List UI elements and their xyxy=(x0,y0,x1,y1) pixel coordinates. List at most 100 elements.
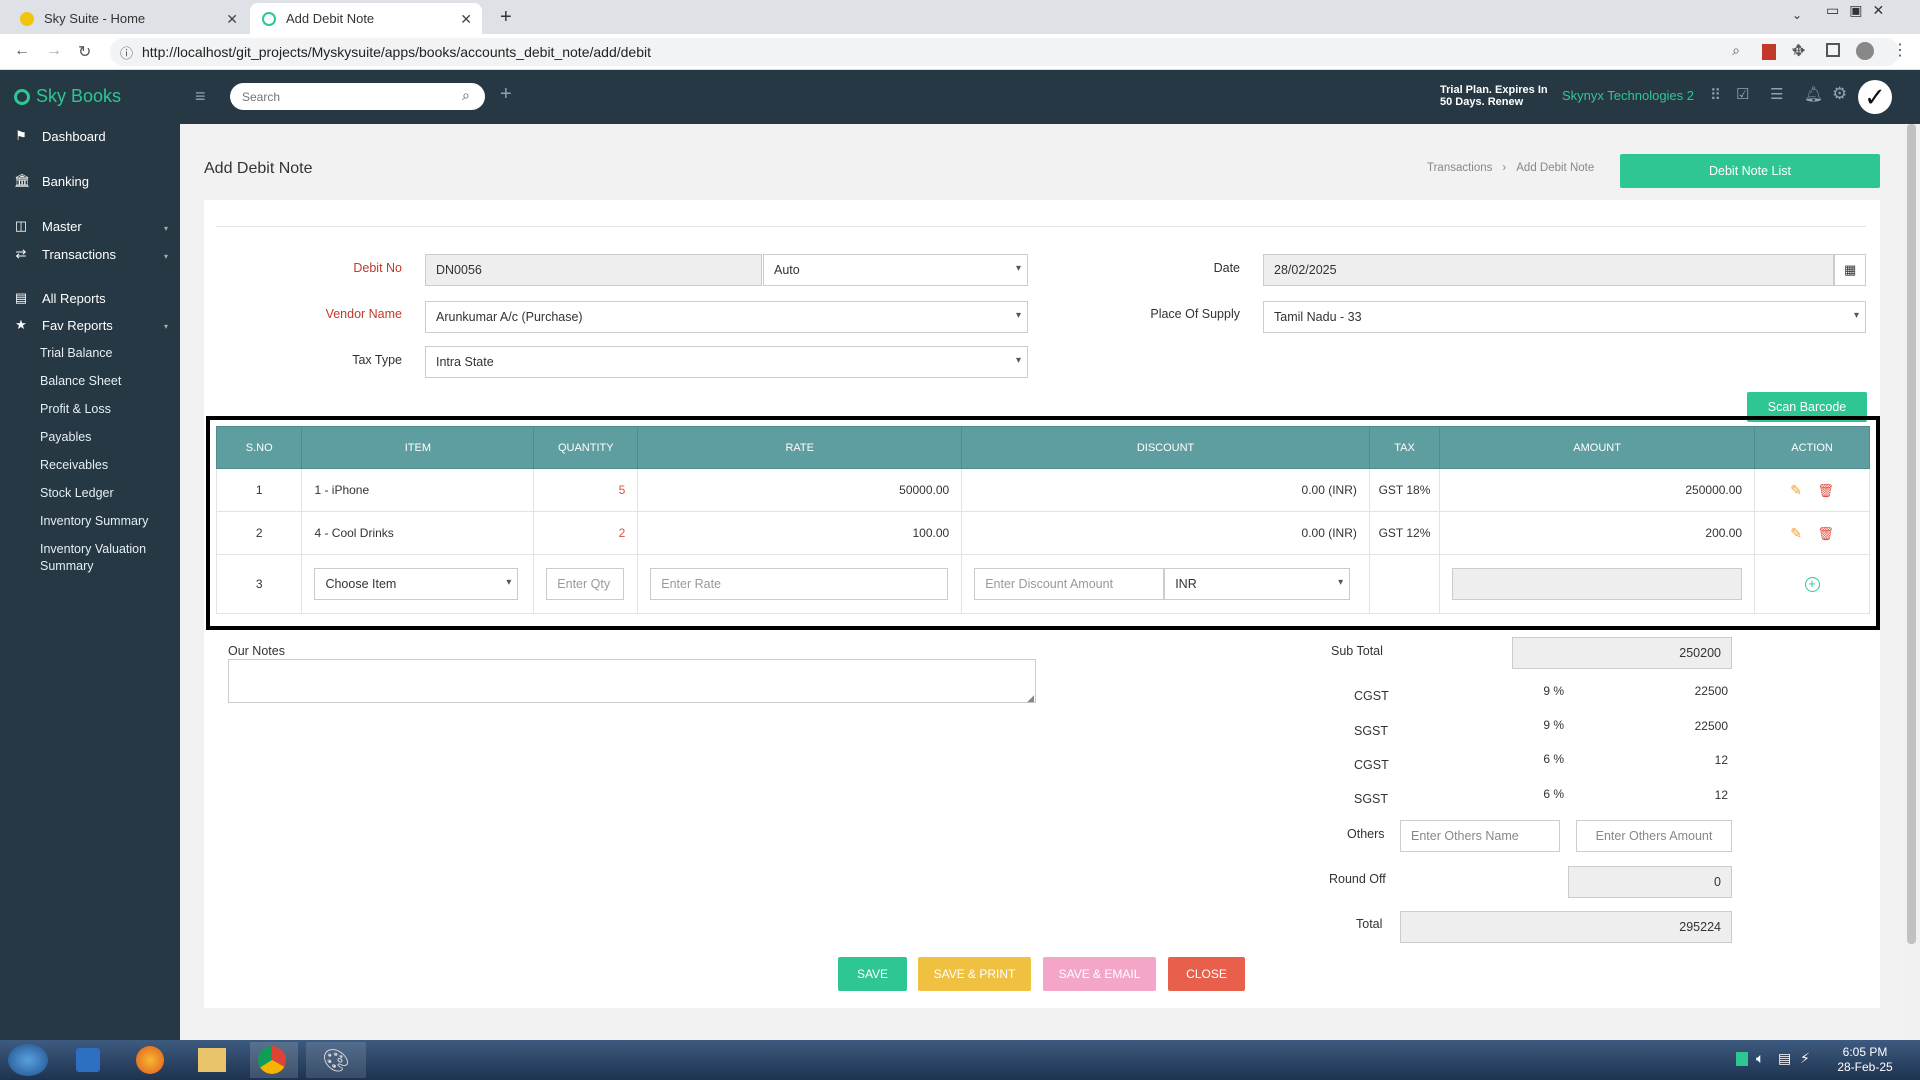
resize-handle-icon[interactable]: ◢ xyxy=(1027,693,1034,704)
sidebar-item-payables[interactable]: Payables xyxy=(40,430,91,444)
profile-icon[interactable] xyxy=(1856,42,1874,60)
edit-icon[interactable]: ✎ xyxy=(1790,525,1802,541)
trash-icon[interactable]: 🗑︎ xyxy=(1817,483,1834,498)
pdf-extension-icon[interactable] xyxy=(1762,44,1776,60)
scrollbar-thumb[interactable] xyxy=(1907,124,1916,944)
place-of-supply-select[interactable]: Tamil Nadu - 33 xyxy=(1263,301,1866,333)
new-tab-icon[interactable]: + xyxy=(500,6,512,29)
others-name-input[interactable]: Enter Others Name xyxy=(1400,820,1560,852)
puzzle-icon[interactable]: ✥ xyxy=(1792,41,1805,61)
sidebar-item-profit-loss[interactable]: Profit & Loss xyxy=(40,402,111,416)
network-icon[interactable]: ▤ xyxy=(1778,1050,1791,1067)
save-print-button[interactable]: SAVE & PRINT xyxy=(918,957,1031,991)
close-icon[interactable]: ✕ xyxy=(460,11,472,28)
gear-icon[interactable]: ⚙ xyxy=(1832,84,1847,104)
address-bar: ← → ↻ ⓘ http://localhost/git_projects/My… xyxy=(0,34,1920,70)
taskbar-app-icon[interactable] xyxy=(76,1048,100,1072)
calendar-icon[interactable]: ▦ xyxy=(1834,254,1866,286)
speaker-icon[interactable]: 🔈︎ xyxy=(1756,1050,1764,1067)
close-icon[interactable]: ✕ xyxy=(226,11,238,28)
debit-no-field[interactable]: DN0056 xyxy=(425,254,762,286)
debit-no-label: Debit No xyxy=(353,261,402,275)
vendor-name-label: Vendor Name xyxy=(325,307,402,321)
forward-icon[interactable]: → xyxy=(46,42,62,60)
cell-action: ✎ 🗑︎ xyxy=(1754,468,1870,512)
items-table-frame: S.NO ITEM QUANTITY RATE DISCOUNT TAX AMO… xyxy=(206,416,1880,630)
sidebar-item-all-reports[interactable]: ▤ All Reports xyxy=(14,290,106,306)
sidebar-item-receivables[interactable]: Receivables xyxy=(40,458,108,472)
item-select[interactable]: Choose Item xyxy=(314,568,519,600)
save-email-button[interactable]: SAVE & EMAIL xyxy=(1043,957,1156,991)
cell-rate: 100.00 xyxy=(637,511,963,555)
qty-placeholder: Enter Qty xyxy=(557,577,611,591)
back-icon[interactable]: ← xyxy=(14,42,30,60)
sidebar-item-inventory-valuation[interactable]: Inventory Valuation xyxy=(40,542,146,556)
numbering-select[interactable]: Auto xyxy=(763,254,1028,286)
currency-select[interactable]: INR xyxy=(1164,568,1351,600)
notes-textarea[interactable]: ◢ xyxy=(228,659,1036,703)
sidebar-item-balance-sheet[interactable]: Balance Sheet xyxy=(40,374,121,388)
clock-time: 6:05 PM xyxy=(1842,1045,1888,1059)
sidebar-item-banking[interactable]: 🏛︎ Banking xyxy=(14,173,89,189)
table-row-entry: 3 Choose Item Enter Qty Enter Rate Enter… xyxy=(215,554,1870,614)
discount-input[interactable]: Enter Discount Amount xyxy=(974,568,1165,600)
round-off-field[interactable]: 0 xyxy=(1568,866,1732,898)
rate-input[interactable]: Enter Rate xyxy=(650,568,949,600)
qty-input[interactable]: Enter Qty xyxy=(546,568,625,600)
clock[interactable]: 6:05 PM 28-Feb-25 xyxy=(1830,1045,1900,1075)
zoom-icon[interactable]: ⌕ xyxy=(1732,42,1740,59)
others-amount-input[interactable]: Enter Others Amount xyxy=(1576,820,1732,852)
browser-tab-home[interactable]: Sky Suite - Home ✕ xyxy=(8,3,248,34)
trash-icon[interactable]: 🗑︎ xyxy=(1817,526,1834,541)
tray-icon[interactable] xyxy=(1736,1052,1748,1066)
col-header-discount: DISCOUNT xyxy=(961,426,1370,469)
company-name[interactable]: Skynyx Technologies 2 xyxy=(1562,88,1694,103)
battery-icon[interactable]: ⚡︎ xyxy=(1800,1050,1810,1067)
trial-notice[interactable]: Trial Plan. Expires In 50 Days. Renew xyxy=(1440,84,1548,108)
close-button[interactable]: CLOSE xyxy=(1168,957,1245,991)
firefox-icon[interactable] xyxy=(136,1046,164,1074)
sidebar-item-inventory-summary[interactable]: Inventory Summary xyxy=(40,514,148,528)
cell-discount: 0.00 (INR) xyxy=(961,511,1370,555)
hamburger-icon[interactable]: ≡ xyxy=(195,86,206,107)
chevron-down-icon[interactable]: ⌄ xyxy=(1792,8,1802,22)
edit-icon[interactable]: ✎ xyxy=(1790,482,1802,498)
vendor-select[interactable]: Arunkumar A/c (Purchase) xyxy=(425,301,1028,333)
clock-date: 28-Feb-25 xyxy=(1837,1060,1893,1074)
debit-note-list-button[interactable]: Debit Note List xyxy=(1620,154,1880,188)
brand[interactable]: Sky Books xyxy=(14,86,121,107)
cell-rate: 50000.00 xyxy=(637,468,963,512)
sidebar-item-trial-balance[interactable]: Trial Balance xyxy=(40,346,113,360)
sidebar-item-fav-reports[interactable]: ★ Fav Reports xyxy=(14,317,113,333)
cell-tax: GST 12% xyxy=(1368,511,1441,555)
menu-icon[interactable]: ⋮ xyxy=(1892,40,1908,60)
save-button[interactable]: SAVE xyxy=(838,957,907,991)
tasks-icon[interactable]: ☑ xyxy=(1736,85,1749,103)
folder-icon[interactable] xyxy=(198,1048,226,1072)
search-icon[interactable]: ⌕ xyxy=(462,87,470,104)
tax-type-select[interactable]: Intra State xyxy=(425,346,1028,378)
breadcrumb-transactions[interactable]: Transactions xyxy=(1427,162,1492,174)
apps-grid-icon[interactable]: ⠿ xyxy=(1710,86,1721,104)
bell-icon[interactable]: 🔔︎ xyxy=(1804,85,1823,103)
sidebar-item-master[interactable]: ◫ Master xyxy=(14,218,82,234)
window-controls[interactable]: ▭▣✕ xyxy=(1826,2,1894,19)
url-field[interactable]: ⓘ http://localhost/git_projects/Myskysui… xyxy=(110,38,1900,66)
add-icon[interactable]: + xyxy=(500,83,512,106)
sidebar-item-inventory-valuation-summary[interactable]: Summary xyxy=(40,559,93,573)
tax-percent: 9 % xyxy=(1543,684,1564,698)
browser-tab-debit-note[interactable]: Add Debit Note ✕ xyxy=(250,3,482,34)
scrollbar[interactable] xyxy=(1902,124,1920,1040)
search-input[interactable] xyxy=(230,83,485,110)
add-row-icon[interactable]: + xyxy=(1804,576,1820,592)
sidebar-item-stock-ledger[interactable]: Stock Ledger xyxy=(40,486,114,500)
list-icon[interactable]: ☰ xyxy=(1770,85,1783,103)
avatar[interactable]: ✓ xyxy=(1858,80,1892,114)
reload-icon[interactable]: ↻ xyxy=(78,42,91,62)
date-field[interactable]: 28/02/2025 xyxy=(1263,254,1834,286)
sidepanel-icon[interactable] xyxy=(1826,43,1840,57)
page-title: Add Debit Note xyxy=(204,160,313,177)
windows-start-icon[interactable] xyxy=(8,1044,48,1076)
sidebar-item-dashboard[interactable]: ⚑ Dashboard xyxy=(14,128,105,144)
sidebar-item-transactions[interactable]: ⇄ Transactions xyxy=(14,246,116,262)
